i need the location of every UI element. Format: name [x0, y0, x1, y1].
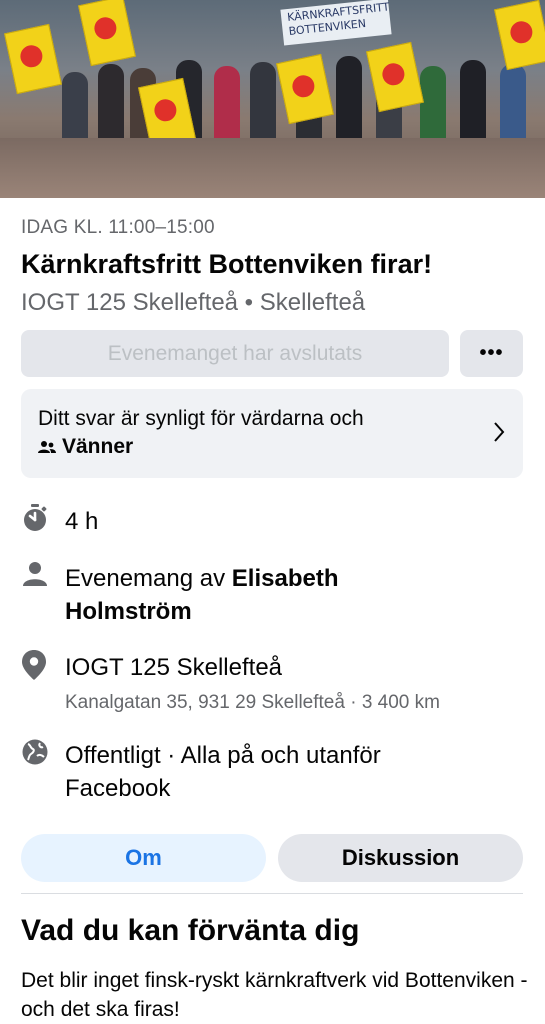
section-divider [21, 893, 523, 894]
globe-icon [22, 739, 48, 765]
event-duration: 4 h [65, 508, 99, 535]
visibility-audience: Vänner [38, 435, 133, 459]
protest-banner: KÄRNKRAFTSFRITT BOTTENVIKEN [280, 0, 392, 46]
audience-label: Vänner [62, 435, 134, 458]
about-description: Det blir inget finsk-ryskt kärnkraftverk… [21, 969, 528, 1021]
location-pin-icon [22, 650, 46, 680]
tab-om[interactable]: Om [21, 834, 266, 882]
privacy-line-1: Offentligt · Alla på och utanför [65, 742, 381, 769]
event-privacy: Offentligt · Alla på och utanför Faceboo… [65, 739, 381, 805]
event-host: Evenemang av Elisabeth Holmström [65, 562, 338, 628]
event-title: Kärnkraftsfritt Bottenviken firar! [21, 249, 433, 279]
about-heading: Vad du kan förvänta dig [21, 914, 360, 947]
person-icon [23, 562, 47, 586]
event-organizer-line[interactable]: IOGT 125 Skellefteå • Skellefteå [21, 289, 365, 317]
host-name[interactable]: Elisabeth [232, 565, 339, 592]
venue-name[interactable]: IOGT 125 Skellefteå [65, 651, 282, 684]
chevron-right-icon [494, 422, 505, 442]
response-visibility-card[interactable]: Ditt svar är synligt för värdarna och Vä… [21, 389, 523, 478]
host-prefix: Evenemang av [65, 565, 232, 592]
privacy-line-2: Facebook [65, 775, 171, 802]
more-options-button[interactable]: ••• [460, 330, 523, 377]
visibility-text: Ditt svar är synligt för värdarna och [38, 407, 364, 430]
host-name-continued[interactable]: Holmström [65, 598, 192, 625]
friends-icon [38, 441, 56, 453]
stopwatch-icon [24, 504, 47, 531]
event-ended-button: Evenemanget har avslutats [21, 330, 449, 377]
cover-photo[interactable]: KÄRNKRAFTSFRITT BOTTENVIKEN [0, 0, 545, 198]
venue-address[interactable]: Kanalgatan 35, 931 29 Skellefteå · 3 400… [65, 692, 440, 714]
tab-diskussion[interactable]: Diskussion [278, 834, 523, 882]
cover-ground [0, 138, 545, 198]
event-date-time: IDAG KL. 11:00–15:00 [21, 217, 215, 238]
more-icon: ••• [479, 342, 504, 364]
